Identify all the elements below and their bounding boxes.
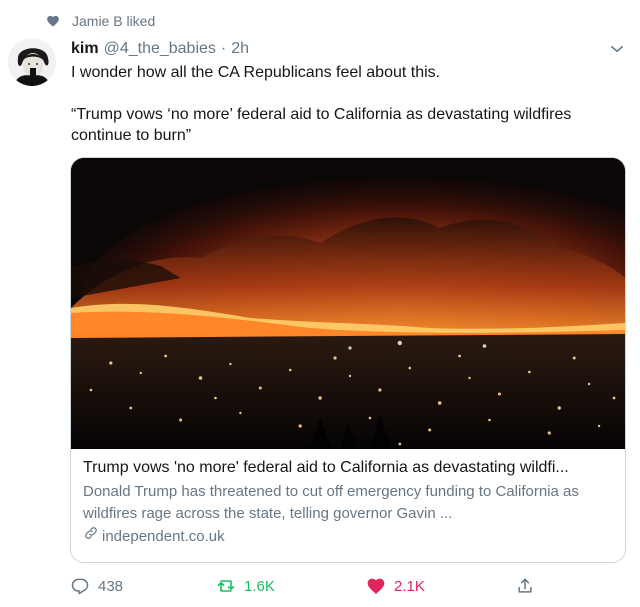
link-icon (83, 525, 99, 548)
tweet-text-line1: I wonder how all the CA Republicans feel… (71, 64, 441, 81)
card-title[interactable]: Trump vows 'no more' federal aid to Cali… (83, 457, 613, 479)
author-handle[interactable]: @4_the_babies (104, 40, 216, 58)
card-description: Donald Trump has threatened to cut off e… (83, 483, 579, 522)
tweet-header: kim @4_the_babies · 2h (71, 38, 626, 60)
reply-icon (70, 576, 90, 596)
social-context-text: Jamie B liked (72, 13, 156, 29)
card-domain: independent.co.uk (83, 525, 613, 548)
share-button[interactable] (515, 574, 535, 598)
like-count: 2.1K (394, 577, 425, 595)
retweet-icon (216, 576, 236, 596)
tweet-text: I wonder how all the CA Republicans feel… (71, 62, 626, 167)
separator-dot: · (220, 40, 227, 57)
like-button[interactable]: 2.1K (366, 574, 425, 598)
share-icon (515, 576, 535, 596)
tweet-time[interactable]: 2h (231, 40, 249, 58)
card-image[interactable] (71, 158, 625, 449)
heart-icon (366, 576, 386, 596)
tweet-actions: 438 1.6K 2.1K (70, 574, 540, 598)
tweet[interactable]: Jamie B liked kim @4_the_babies · 2h I w… (0, 0, 640, 607)
tweet-text-quote: “Trump vows ‘no more’ federal aid to Cal… (71, 106, 572, 144)
author-name[interactable]: kim (71, 40, 99, 58)
social-context[interactable]: Jamie B liked (46, 11, 155, 31)
chevron-down-icon[interactable] (608, 40, 626, 58)
avatar[interactable] (8, 38, 56, 86)
reply-count: 438 (98, 577, 124, 595)
link-card[interactable]: Trump vows 'no more' federal aid to Cali… (70, 157, 626, 563)
retweet-button[interactable]: 1.6K (216, 574, 275, 598)
card-domain-text: independent.co.uk (102, 527, 225, 545)
heart-icon (46, 14, 60, 28)
reply-button[interactable]: 438 (70, 574, 123, 598)
retweet-count: 1.6K (244, 577, 275, 595)
